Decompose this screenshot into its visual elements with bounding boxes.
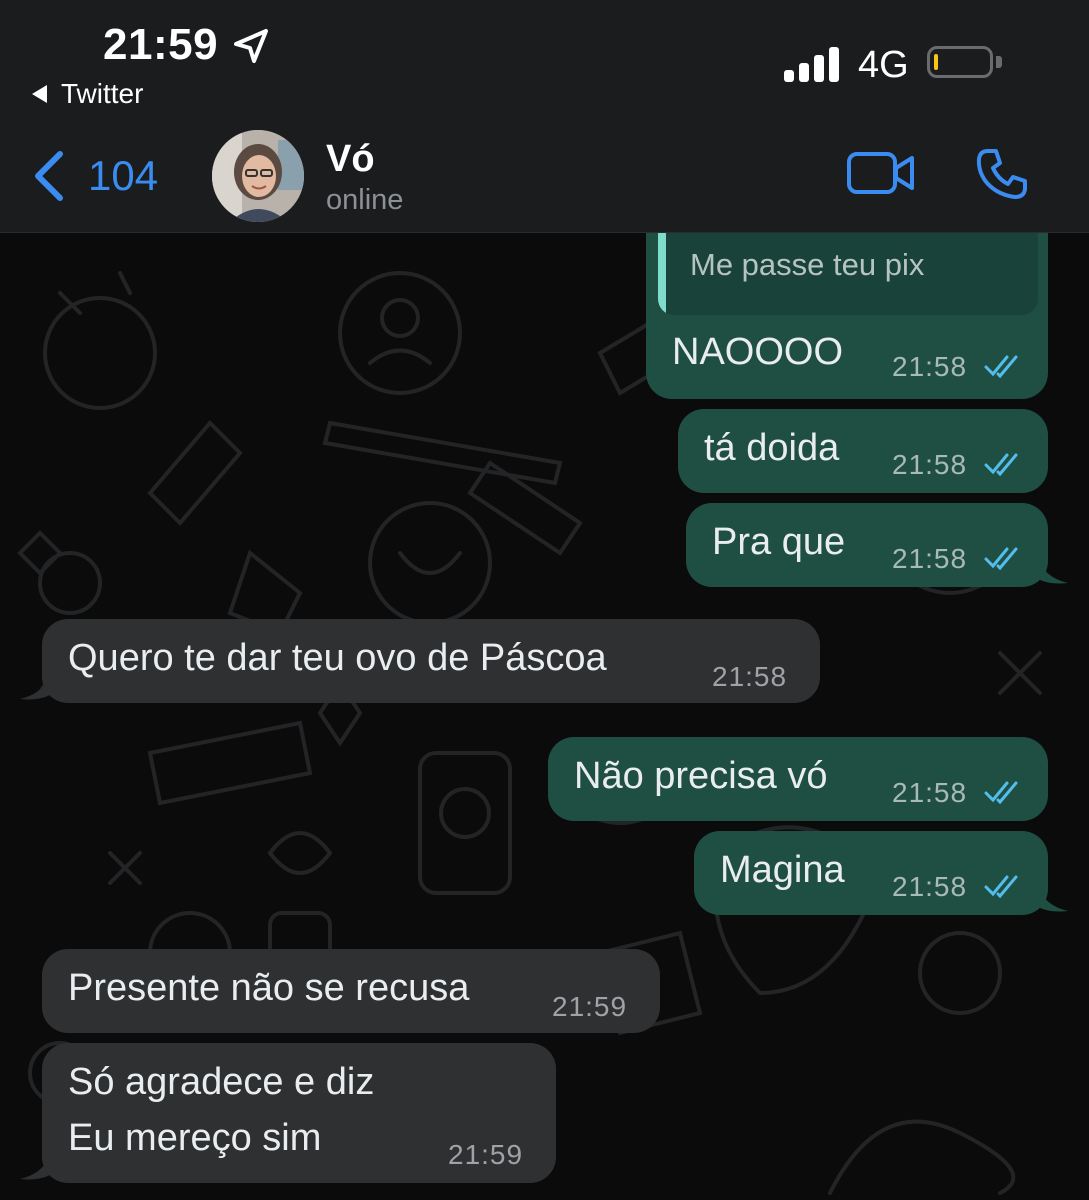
message-text: Pra que [712, 521, 846, 563]
message-bubble-incoming[interactable]: Quero te dar teu ovo de Páscoa 21:58 [42, 619, 820, 703]
network-type: 4G [858, 44, 909, 86]
message-bubble-incoming[interactable]: Só agradece e diz Eu mereço sim 21:59 [42, 1043, 556, 1183]
contact-avatar[interactable] [212, 130, 304, 222]
back-chevron-icon[interactable] [30, 150, 66, 202]
battery-icon [927, 46, 993, 78]
bubble-tail [20, 671, 50, 700]
battery-nub [996, 56, 1002, 68]
unread-count[interactable]: 104 [88, 152, 158, 200]
message-text-line: Só agradece e diz [68, 1061, 375, 1103]
read-receipt-icon [984, 453, 1018, 477]
message-time: 21:58 [892, 351, 968, 382]
read-receipt-icon [984, 355, 1018, 379]
voice-call-icon[interactable] [974, 146, 1030, 202]
read-receipt-icon [984, 547, 1018, 571]
bubble-tail [1038, 555, 1068, 584]
message-time: 21:58 [892, 871, 968, 902]
contact-status: online [326, 184, 404, 216]
back-triangle-icon [32, 85, 47, 103]
message-bubble-outgoing[interactable]: Pra que 21:58 [686, 503, 1048, 587]
message-time: 21:59 [552, 991, 628, 1022]
message-bubble-outgoing[interactable]: Magina 21:58 [694, 831, 1048, 915]
quoted-message-text: Me passe teu pix [690, 247, 925, 282]
message-time: 21:58 [892, 543, 968, 574]
message-text: Presente não se recusa [68, 967, 470, 1009]
read-receipt-icon [984, 875, 1018, 899]
location-arrow-icon [234, 29, 268, 63]
quoted-message[interactable]: Me passe teu pix [658, 233, 1038, 315]
read-receipt-icon [984, 781, 1018, 805]
quote-accent-bar [658, 233, 666, 315]
message-bubble-outgoing[interactable]: tá doida 21:58 [678, 409, 1048, 493]
chat-header: 21:59 Twitter 4G 104 Vó online [0, 0, 1089, 233]
message-time: 21:58 [892, 777, 968, 808]
bubble-tail [20, 1151, 50, 1180]
message-content: NAOOOO 21:58 [646, 315, 1048, 395]
message-text: Quero te dar teu ovo de Páscoa [68, 637, 607, 679]
message-time: 21:58 [712, 661, 788, 692]
avatar-photo [212, 130, 304, 222]
message-text: tá doida [704, 427, 840, 469]
bubble-tail [1038, 883, 1068, 912]
back-to-app-link[interactable]: Twitter [32, 78, 143, 110]
message-text-line: Eu mereço sim [68, 1117, 322, 1159]
message-bubble-incoming[interactable]: Presente não se recusa 21:59 [42, 949, 660, 1033]
back-app-label: Twitter [61, 78, 144, 109]
status-time: 21:59 [103, 20, 219, 69]
message-time: 21:59 [448, 1139, 524, 1170]
video-call-icon[interactable] [846, 148, 916, 198]
contact-name[interactable]: Vó [326, 138, 375, 181]
message-text: NAOOOO [672, 331, 844, 373]
message-text: Magina [720, 849, 845, 891]
message-time: 21:58 [892, 449, 968, 480]
message-bubble-outgoing[interactable]: Não precisa vó 21:58 [548, 737, 1048, 821]
cellular-signal-icon [784, 47, 839, 82]
message-text: Não precisa vó [574, 755, 828, 797]
message-list[interactable]: Me passe teu pix NAOOOO 21:58 tá doida 2… [0, 233, 1089, 1200]
